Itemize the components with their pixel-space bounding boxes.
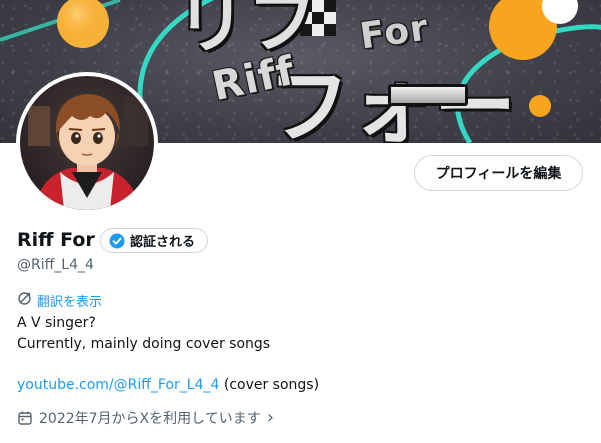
user-handle: @Riff_L4_4 (17, 257, 94, 273)
calendar-icon (17, 410, 33, 426)
chevron-right-icon: › (266, 407, 274, 428)
verified-badge-icon (109, 233, 125, 249)
banner-logo-dash (388, 84, 468, 106)
edit-profile-button[interactable]: プロフィールを編集 (414, 155, 583, 191)
avatar-illustration (20, 76, 154, 210)
display-name: Riff For (17, 229, 95, 251)
link-suffix: (cover songs) (219, 377, 320, 393)
youtube-link[interactable]: youtube.com/@Riff_For_L4_4 (17, 377, 219, 393)
profile-avatar[interactable] (16, 72, 158, 214)
verify-label: 認証される (130, 235, 196, 250)
bio-link-row: youtube.com/@Riff_For_L4_4 (cover songs) (17, 377, 319, 393)
translate-icon (17, 291, 32, 310)
translate-bio-link[interactable]: 翻訳を表示 (17, 291, 102, 310)
profile-page: リフ フォー Riff For (0, 0, 601, 443)
get-verified-button[interactable]: 認証される (100, 228, 209, 253)
translate-label: 翻訳を表示 (37, 295, 103, 310)
joined-text: 2022年7月からXを利用しています (39, 411, 261, 427)
bio-line-2: Currently, mainly doing cover songs (17, 336, 271, 352)
bio-line-1: A V singer? (17, 315, 96, 331)
joined-date[interactable]: 2022年7月からXを利用しています › (17, 408, 274, 428)
